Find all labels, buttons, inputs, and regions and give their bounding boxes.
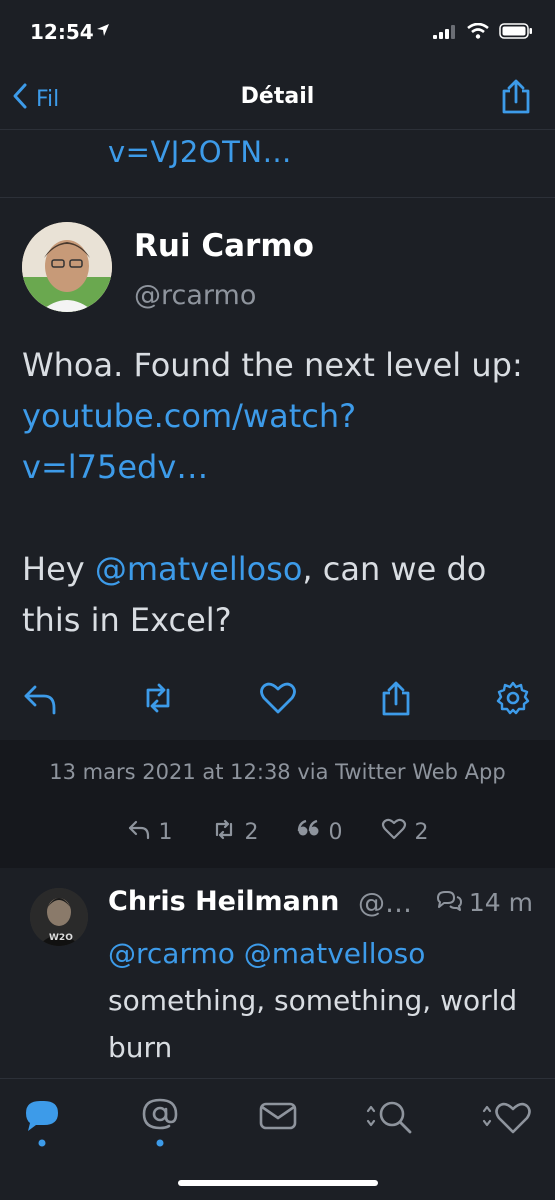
- tab-mentions[interactable]: [140, 1097, 180, 1153]
- battery-icon: [499, 23, 533, 43]
- tab-timeline[interactable]: [22, 1097, 62, 1153]
- previous-tweet-link[interactable]: v=VJ2OTN…: [108, 135, 292, 169]
- reply-icon[interactable]: [22, 680, 58, 720]
- share-icon[interactable]: [499, 78, 533, 118]
- like-count[interactable]: 2: [381, 818, 429, 846]
- reply-body: @rcarmo @matvelloso something, something,…: [108, 930, 528, 1071]
- reply-author-handle[interactable]: @…: [358, 888, 412, 919]
- tab-likes[interactable]: [480, 1097, 536, 1141]
- reply-count-value: 1: [158, 819, 173, 845]
- location-arrow-icon: [96, 22, 110, 41]
- avatar[interactable]: [22, 222, 112, 312]
- quote-count-value: 0: [328, 819, 343, 845]
- heart-icon: [381, 818, 407, 846]
- retweet-icon: [211, 818, 237, 846]
- quote-count[interactable]: 0: [297, 818, 343, 846]
- reply-time-value: 14 m: [468, 888, 533, 917]
- like-icon[interactable]: [259, 680, 297, 720]
- timeline-bubble-icon: [22, 1101, 62, 1153]
- tweet-actions: [0, 680, 555, 740]
- tab-search[interactable]: [364, 1097, 416, 1141]
- reply-mention-1[interactable]: @rcarmo: [108, 937, 235, 970]
- mentions-icon: [140, 1098, 180, 1153]
- gear-icon[interactable]: [495, 680, 531, 720]
- retweet-icon[interactable]: [140, 680, 176, 720]
- tweet-body: Whoa. Found the next level up: youtube.c…: [22, 340, 532, 646]
- status-time: 12:54: [30, 20, 94, 44]
- author-name[interactable]: Rui Carmo: [134, 228, 314, 264]
- page-title: Détail: [240, 84, 315, 109]
- reply-time: 14 m: [435, 888, 533, 917]
- retweet-count[interactable]: 2: [211, 818, 259, 846]
- reply-author-name[interactable]: Chris Heilmann: [108, 886, 339, 917]
- conversation-icon: [435, 888, 463, 917]
- likes-icon: [480, 1102, 536, 1141]
- reply-count[interactable]: 1: [127, 818, 173, 846]
- divider: [0, 197, 555, 198]
- reply-icon: [127, 818, 151, 846]
- wifi-icon: [467, 22, 489, 43]
- quote-icon: [297, 819, 321, 845]
- tweet-timestamp: 13 mars 2021 at 12:38 via Twitter Web Ap…: [49, 760, 506, 784]
- signal-icon: [433, 24, 457, 43]
- navigation-bar: Fil Détail: [0, 62, 555, 130]
- retweet-count-value: 2: [244, 819, 259, 845]
- tweet-text-intro: Whoa. Found the next level up:: [22, 346, 523, 384]
- reply-avatar[interactable]: W2O: [30, 888, 88, 946]
- reply-text: something, something, world burn: [108, 984, 518, 1064]
- svg-text:W2O: W2O: [49, 933, 73, 943]
- like-count-value: 2: [414, 819, 429, 845]
- share-icon[interactable]: [379, 680, 413, 720]
- home-indicator: [178, 1180, 378, 1186]
- tweet-link[interactable]: youtube.com/watch?v=l75edv…: [22, 397, 356, 486]
- tweet-text-hey: Hey: [22, 550, 95, 588]
- engagement-counts: 1 2 0 2: [0, 818, 555, 846]
- reply-mention-2[interactable]: @matvelloso: [244, 937, 426, 970]
- status-indicators: [433, 22, 533, 43]
- author-handle[interactable]: @rcarmo: [134, 280, 256, 311]
- tab-messages[interactable]: [258, 1097, 298, 1141]
- search-icon: [364, 1101, 416, 1141]
- messages-icon: [258, 1102, 298, 1141]
- mention-link[interactable]: @matvelloso: [95, 550, 303, 588]
